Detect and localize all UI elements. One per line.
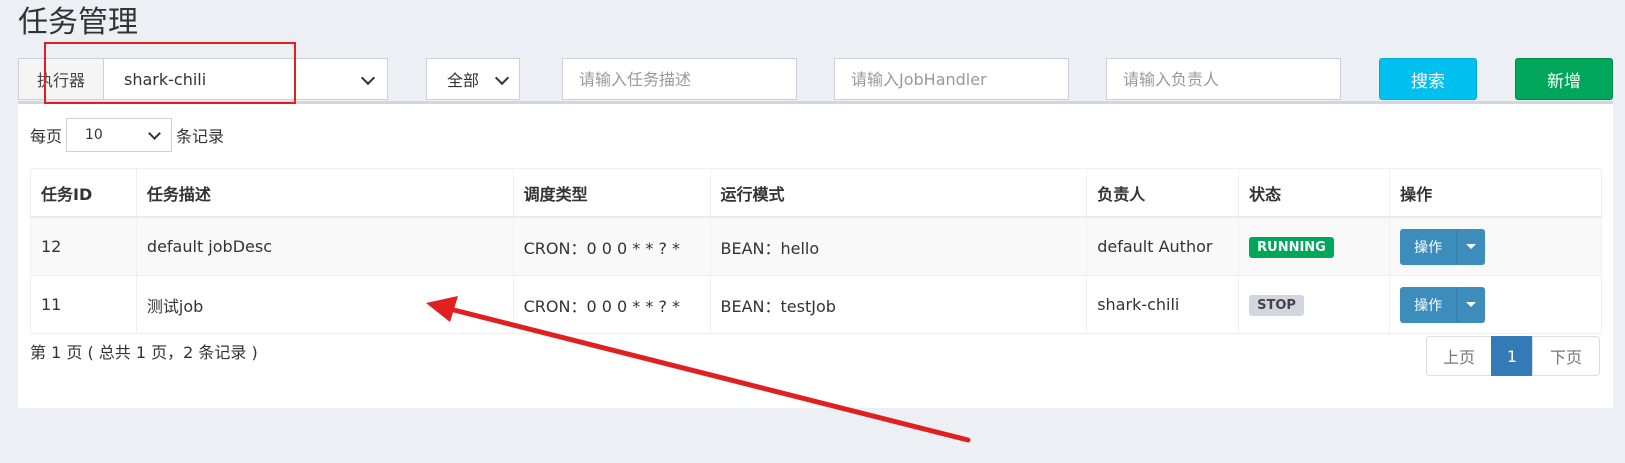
annotation-arrow [426, 296, 971, 443]
